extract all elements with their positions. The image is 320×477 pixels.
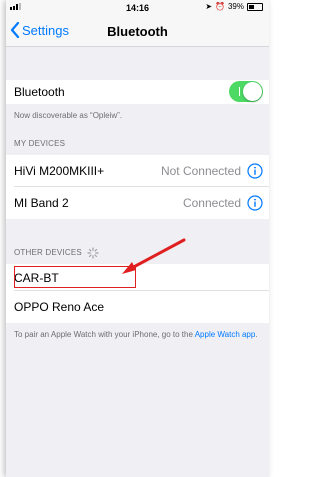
device-name: MI Band 2	[14, 196, 69, 210]
device-name: HiVi M200MKIII+	[14, 164, 105, 178]
device-row-oppo[interactable]: OPPO Reno Ace	[6, 291, 269, 323]
apple-watch-note-text: To pair an Apple Watch with your iPhone,…	[14, 330, 195, 339]
status-right: ➤ ⏰ 39%	[205, 2, 263, 11]
apple-watch-note-end: .	[255, 330, 258, 339]
apple-watch-note: To pair an Apple Watch with your iPhone,…	[14, 330, 266, 340]
toggle-knob	[243, 82, 262, 101]
phone-screen: 14:16 ➤ ⏰ 39% Settings Bluetooth Bluetoo…	[6, 0, 269, 477]
bluetooth-row: Bluetooth	[6, 80, 269, 104]
device-row-hivi[interactable]: HiVi M200MKIII+ Not Connected	[6, 155, 269, 187]
status-bar: 14:16 ➤ ⏰ 39%	[6, 0, 269, 16]
location-icon: ➤	[205, 2, 213, 11]
other-devices-header: OTHER DEVICES	[14, 247, 99, 259]
info-icon[interactable]	[247, 163, 263, 179]
discoverable-note: Now discoverable as “Opleiw”.	[14, 111, 123, 120]
other-devices-label: OTHER DEVICES	[14, 248, 82, 258]
my-devices-header: MY DEVICES	[14, 139, 66, 148]
apple-watch-app-link[interactable]: Apple Watch app	[195, 330, 256, 339]
navigation-bar: Settings Bluetooth	[6, 16, 269, 47]
toggle-on-mark	[239, 87, 240, 96]
device-name: OPPO Reno Ace	[14, 300, 105, 314]
device-row-miband[interactable]: MI Band 2 Connected	[6, 187, 269, 219]
alarm-icon: ⏰	[215, 2, 225, 11]
bluetooth-toggle[interactable]	[229, 81, 263, 102]
battery-percent: 39%	[227, 2, 244, 11]
device-status: Connected	[182, 196, 241, 210]
battery-icon	[247, 2, 263, 11]
device-status: Not Connected	[160, 164, 241, 178]
loading-spinner-icon	[87, 247, 99, 259]
annotation-highlight-box	[14, 266, 136, 288]
annotation-arrow-icon	[122, 238, 186, 274]
page-title: Bluetooth	[107, 24, 168, 39]
info-icon[interactable]	[247, 195, 263, 211]
